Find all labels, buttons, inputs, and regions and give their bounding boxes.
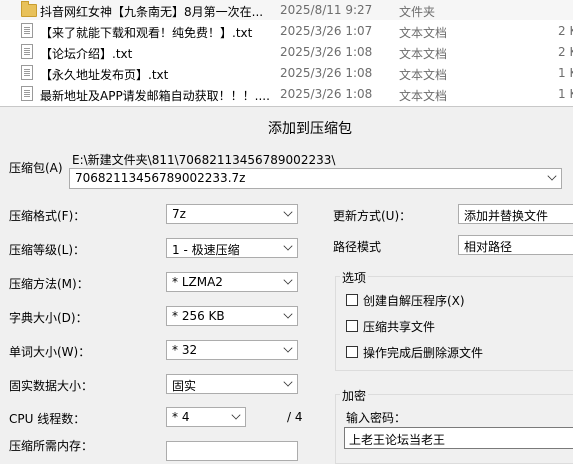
file-date: 2025/8/11 9:27 xyxy=(280,3,373,17)
delete-after-label: 操作完成后删除源文件 xyxy=(363,346,484,360)
chevron-down-icon[interactable] xyxy=(283,275,293,285)
file-date: 2025/3/26 1:08 xyxy=(280,45,373,59)
folder-icon xyxy=(21,1,37,17)
file-size: 2 K xyxy=(558,24,573,38)
file-type: 文本文档 xyxy=(399,26,448,40)
file-date: 2025/3/26 1:07 xyxy=(280,24,373,38)
memory-usage-field xyxy=(166,441,298,461)
delete-after-checkbox[interactable] xyxy=(346,346,358,358)
compress-shared-label: 压缩共享文件 xyxy=(363,320,436,334)
file-size: 2 K xyxy=(558,45,573,59)
dialog-title: 添加到压缩包 xyxy=(268,121,352,137)
text-file-icon xyxy=(21,86,34,101)
chevron-down-icon[interactable] xyxy=(283,241,293,251)
file-row[interactable]: 最新地址及APP请发邮箱自动获取！！！.... 2025/3/26 1:08 文… xyxy=(0,84,573,104)
word-size-label: 单词大小(W)： xyxy=(9,345,91,359)
encryption-title: 加密 xyxy=(340,387,369,404)
options-title: 选项 xyxy=(340,269,369,286)
chevron-down-icon[interactable] xyxy=(283,377,293,387)
file-type: 文本文档 xyxy=(399,68,448,82)
update-mode-select[interactable]: 添加并替换文件 xyxy=(458,204,573,224)
archive-label: 压缩包(A) xyxy=(9,161,63,175)
solid-block-size-label: 固实数据大小： xyxy=(9,379,94,393)
level-label: 压缩等级(L)： xyxy=(9,243,86,257)
format-value: 7z xyxy=(172,207,186,221)
chevron-down-icon[interactable] xyxy=(547,171,557,181)
level-value: 1 - 极速压缩 xyxy=(172,243,240,257)
path-mode-value: 相对路径 xyxy=(464,240,513,254)
dictionary-size-select[interactable]: * 256 KB xyxy=(166,306,298,326)
cpu-threads-value: * 4 xyxy=(172,410,190,424)
file-size: 1 K xyxy=(558,87,573,101)
method-value: * LZMA2 xyxy=(172,275,223,289)
text-file-icon xyxy=(21,44,34,59)
word-size-select[interactable]: * 32 xyxy=(166,340,298,360)
update-mode-label: 更新方式(U)： xyxy=(333,209,412,223)
file-name: 【来了就能下载和观看！纯免费！】.txt xyxy=(40,26,253,40)
text-file-icon xyxy=(21,65,34,80)
chevron-down-icon[interactable] xyxy=(283,343,293,353)
word-size-value: * 32 xyxy=(172,343,198,357)
create-sfx-checkbox[interactable] xyxy=(346,294,358,306)
dictionary-size-label: 字典大小(D)： xyxy=(9,311,88,325)
file-row[interactable]: 抖音网红女神【九条南无】8月第一次在... 2025/8/11 9:27 文件夹 xyxy=(0,0,573,20)
dictionary-size-value: * 256 KB xyxy=(172,309,225,323)
archive-path: E:\新建文件夹\811\70682113456789002233\ xyxy=(72,153,336,167)
file-list: 抖音网红女神【九条南无】8月第一次在... 2025/8/11 9:27 文件夹… xyxy=(0,0,573,106)
file-size: 1 K xyxy=(558,66,573,80)
path-mode-label: 路径模式 xyxy=(333,240,382,254)
file-name: 【永久地址发布页】.txt xyxy=(40,68,169,82)
file-name: 最新地址及APP请发邮箱自动获取！！！.... xyxy=(40,89,270,103)
file-row[interactable]: 【永久地址发布页】.txt 2025/3/26 1:08 文本文档 1 K xyxy=(0,63,573,83)
method-select[interactable]: * LZMA2 xyxy=(166,272,298,292)
file-name: 抖音网红女神【九条南无】8月第一次在... xyxy=(40,5,264,19)
memory-usage-label: 压缩所需内存： xyxy=(9,439,94,453)
file-name: 【论坛介绍】.txt xyxy=(40,47,133,61)
level-select[interactable]: 1 - 极速压缩 xyxy=(166,238,298,258)
file-type: 文本文档 xyxy=(399,89,448,103)
chevron-down-icon[interactable] xyxy=(283,309,293,319)
chevron-down-icon[interactable] xyxy=(283,207,293,217)
format-label: 压缩格式(F)： xyxy=(9,209,86,223)
file-date: 2025/3/26 1:08 xyxy=(280,66,373,80)
create-sfx-label: 创建自解压程序(X) xyxy=(363,294,465,308)
password-label: 输入密码： xyxy=(346,411,407,425)
archive-name-combobox[interactable]: 70682113456789002233.7z xyxy=(69,168,562,189)
update-mode-value: 添加并替换文件 xyxy=(464,209,549,223)
file-type: 文本文档 xyxy=(399,47,448,61)
solid-block-size-select[interactable]: 固实 xyxy=(166,374,298,394)
password-input[interactable]: 上老王论坛当老王 xyxy=(344,427,573,449)
path-mode-select[interactable]: 相对路径 xyxy=(458,235,573,255)
text-file-icon xyxy=(21,23,34,38)
compress-shared-checkbox[interactable] xyxy=(346,320,358,332)
file-date: 2025/3/26 1:08 xyxy=(280,87,373,101)
solid-block-size-value: 固实 xyxy=(172,379,197,393)
archive-name-value: 70682113456789002233.7z xyxy=(75,171,246,185)
format-select[interactable]: 7z xyxy=(166,204,298,224)
cpu-threads-total: / 4 xyxy=(287,410,303,424)
file-row[interactable]: 【来了就能下载和观看！纯免费！】.txt 2025/3/26 1:07 文本文档… xyxy=(0,21,573,41)
chevron-down-icon[interactable] xyxy=(231,410,241,420)
cpu-threads-select[interactable]: * 4 xyxy=(166,407,246,427)
add-to-archive-dialog: 添加到压缩包 压缩包(A) E:\新建文件夹\811\7068211345678… xyxy=(0,106,573,464)
cpu-threads-label: CPU 线程数： xyxy=(9,412,86,426)
file-type: 文件夹 xyxy=(399,5,436,19)
file-row[interactable]: 【论坛介绍】.txt 2025/3/26 1:08 文本文档 2 K xyxy=(0,42,573,62)
method-label: 压缩方法(M)： xyxy=(9,277,89,291)
password-value: 上老王论坛当老王 xyxy=(349,433,446,447)
